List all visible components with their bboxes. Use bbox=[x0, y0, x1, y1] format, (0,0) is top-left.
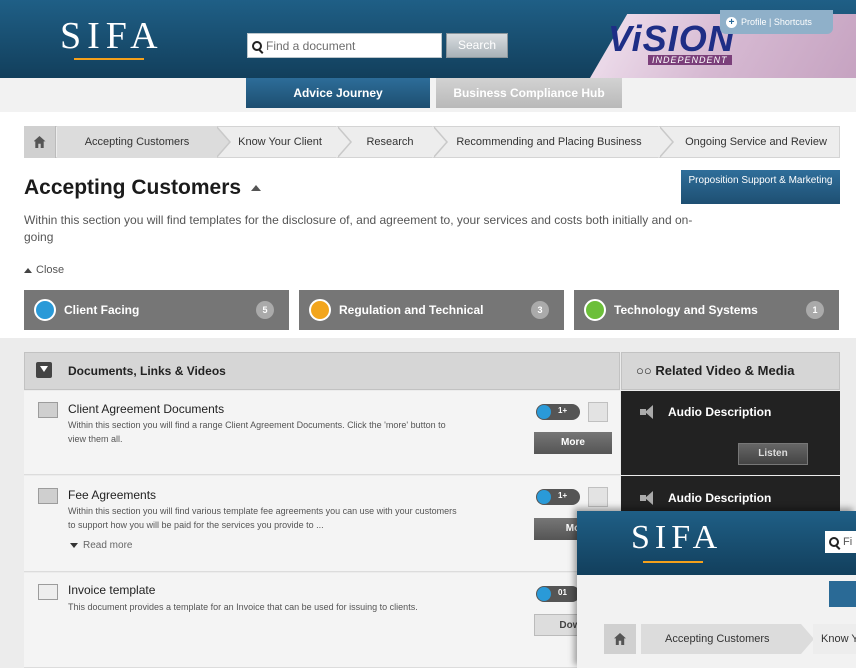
breadcrumb-recommending[interactable]: Recommending and Placing Business bbox=[450, 126, 648, 158]
category-label: Technology and Systems bbox=[614, 303, 758, 317]
version-toggle[interactable]: 1+ bbox=[536, 404, 580, 420]
category-regulation-technical[interactable]: Regulation and Technical 3 bbox=[299, 290, 564, 330]
category-count: 3 bbox=[531, 301, 549, 319]
document-title[interactable]: Client Agreement Documents bbox=[68, 402, 224, 416]
breadcrumb-know-your-client[interactable]: Know Your Client bbox=[230, 126, 330, 158]
breadcrumb-separator bbox=[432, 126, 450, 158]
square-icon bbox=[584, 299, 606, 321]
collapse-caret-icon[interactable] bbox=[251, 185, 261, 191]
download-icon bbox=[36, 362, 52, 378]
overlay-sifa-logo[interactable]: SIFA bbox=[631, 519, 722, 557]
media-title-text: Related Video & Media bbox=[655, 363, 795, 378]
category-label: Regulation and Technical bbox=[339, 303, 484, 317]
chevron-down-icon bbox=[70, 543, 78, 548]
category-technology-systems[interactable]: Technology and Systems 1 bbox=[574, 290, 839, 330]
document-title[interactable]: Fee Agreements bbox=[68, 488, 156, 502]
more-button[interactable]: More bbox=[534, 432, 612, 454]
sifa-logo[interactable]: SIFA bbox=[60, 14, 164, 58]
documents-title: Documents, Links & Videos bbox=[68, 364, 226, 378]
search-placeholder: Find a document bbox=[266, 38, 356, 53]
version-toggle[interactable]: 01 bbox=[536, 586, 580, 602]
bookmark-icon[interactable] bbox=[588, 402, 608, 422]
logo-underline bbox=[74, 58, 144, 60]
page-title: Accepting Customers bbox=[24, 176, 242, 199]
profile-shortcuts-link[interactable]: + Profile | Shortcuts bbox=[720, 10, 833, 34]
toggle-label: 1+ bbox=[558, 491, 568, 500]
document-icon bbox=[38, 488, 58, 504]
breadcrumb-ongoing-service[interactable]: Ongoing Service and Review bbox=[676, 126, 836, 158]
triangle-up-icon bbox=[537, 490, 551, 504]
invoice-icon bbox=[38, 584, 58, 600]
overlay-nav-tab[interactable] bbox=[829, 581, 856, 607]
document-description: This document provides a template for an… bbox=[68, 602, 418, 612]
document-icon bbox=[38, 402, 58, 418]
search-button[interactable]: Search bbox=[446, 33, 508, 58]
version-toggle[interactable]: 1+ bbox=[536, 489, 580, 505]
audio-description-label: Audio Description bbox=[668, 405, 772, 419]
vision-logo-subtitle: INDEPENDENT bbox=[648, 55, 732, 65]
home-icon bbox=[33, 136, 46, 148]
listen-button[interactable]: Listen bbox=[738, 443, 808, 465]
search-icon bbox=[252, 40, 262, 51]
speaker-icon bbox=[640, 491, 660, 505]
category-count: 5 bbox=[256, 301, 274, 319]
read-more-link[interactable]: Read more bbox=[70, 540, 132, 551]
section-intro: Within this section you will find templa… bbox=[24, 213, 693, 244]
overlay-breadcrumb-active[interactable]: Accepting Customers bbox=[641, 624, 801, 654]
search-input[interactable]: Find a document bbox=[247, 33, 442, 58]
home-icon bbox=[614, 633, 626, 645]
circle-icon bbox=[309, 299, 331, 321]
plus-icon: + bbox=[726, 16, 737, 28]
overlay-logo-underline bbox=[643, 561, 703, 563]
audio-description-label: Audio Description bbox=[668, 491, 772, 505]
media-title: ○○ Related Video & Media bbox=[636, 363, 795, 378]
document-title[interactable]: Invoice template bbox=[68, 583, 155, 597]
category-label: Client Facing bbox=[64, 303, 140, 317]
breadcrumb-research[interactable]: Research bbox=[352, 126, 428, 158]
overlay-search-input[interactable]: Fi bbox=[825, 531, 856, 553]
proposition-support-button[interactable]: Proposition Support & Marketing bbox=[681, 170, 840, 204]
overlay-home-button[interactable] bbox=[604, 624, 636, 654]
close-toggle[interactable]: Close bbox=[24, 264, 64, 276]
tab-business-compliance-hub[interactable]: Business Compliance Hub bbox=[436, 78, 622, 108]
breadcrumb-separator bbox=[658, 126, 676, 158]
overlay-window[interactable]: SIFA Fi Accepting Customers Know Y bbox=[577, 511, 856, 668]
triangle-up-icon bbox=[34, 299, 56, 321]
category-count: 1 bbox=[806, 301, 824, 319]
overlay-search-text: Fi bbox=[843, 536, 853, 548]
close-label: Close bbox=[36, 264, 65, 276]
document-description: Within this section you will find variou… bbox=[68, 506, 457, 530]
triangle-up-icon bbox=[537, 405, 551, 419]
toggle-label: 01 bbox=[558, 588, 567, 597]
profile-label: Profile | Shortcuts bbox=[741, 17, 812, 27]
caret-up-icon bbox=[24, 267, 32, 273]
triangle-up-icon bbox=[537, 587, 551, 601]
document-description: Within this section you will find a rang… bbox=[68, 420, 446, 444]
bookmark-icon[interactable] bbox=[588, 487, 608, 507]
read-more-label: Read more bbox=[83, 540, 133, 551]
toggle-label: 1+ bbox=[558, 406, 568, 415]
breadcrumb-accepting-customers[interactable]: Accepting Customers bbox=[57, 126, 217, 158]
home-button[interactable] bbox=[24, 126, 56, 158]
vision-logo: ViSION bbox=[608, 18, 735, 59]
category-client-facing[interactable]: Client Facing 5 bbox=[24, 290, 289, 330]
overlay-breadcrumb-next[interactable]: Know Y bbox=[813, 624, 856, 654]
search-icon bbox=[829, 537, 839, 547]
speaker-icon bbox=[640, 405, 660, 419]
tab-advice-journey[interactable]: Advice Journey bbox=[246, 78, 430, 108]
